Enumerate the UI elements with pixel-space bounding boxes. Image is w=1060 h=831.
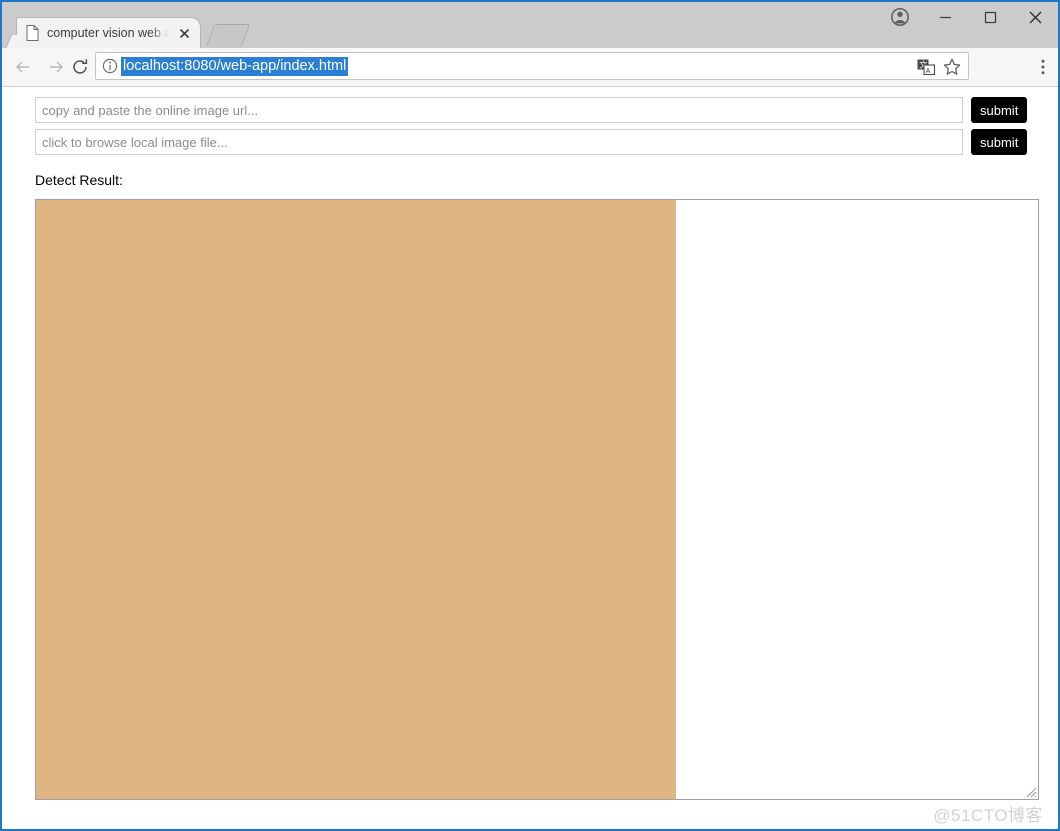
web-page-content: submit submit Detect Result: <box>2 87 1058 829</box>
result-image <box>36 200 676 799</box>
page-icon <box>26 25 39 41</box>
watermark: @51CTO博客 <box>933 806 1043 825</box>
title-bar: computer vision web app <box>2 2 1058 48</box>
forward-arrow-icon[interactable] <box>43 54 69 80</box>
new-tab-button[interactable] <box>205 24 251 47</box>
navigation-toolbar: localhost:8080/web-app/index.html 文 A <box>2 48 1058 87</box>
url-submit-row: submit <box>35 97 1027 123</box>
image-url-input[interactable] <box>35 97 964 123</box>
minimize-icon[interactable] <box>923 2 968 32</box>
close-icon[interactable] <box>1013 2 1058 32</box>
window-controls <box>877 2 1058 48</box>
submit-url-button[interactable]: submit <box>971 97 1027 123</box>
url-text[interactable]: localhost:8080/web-app/index.html <box>121 57 349 76</box>
file-submit-row: submit <box>35 129 1027 155</box>
page-info-icon[interactable] <box>102 58 118 74</box>
three-dot-menu-icon[interactable] <box>1034 58 1052 76</box>
reload-icon[interactable] <box>67 54 93 80</box>
translate-icon[interactable]: 文 A <box>916 57 936 77</box>
tab-title: computer vision web app <box>47 26 169 40</box>
address-bar[interactable]: localhost:8080/web-app/index.html 文 A <box>95 52 969 80</box>
close-icon[interactable] <box>176 25 193 42</box>
submit-file-button[interactable]: submit <box>971 129 1027 155</box>
back-arrow-icon[interactable] <box>10 54 36 80</box>
detect-result-container[interactable] <box>35 199 1039 800</box>
browser-tab[interactable]: computer vision web app <box>16 17 201 48</box>
browser-window: computer vision web app <box>0 0 1060 831</box>
resize-handle-icon[interactable] <box>1023 784 1037 798</box>
profile-icon[interactable] <box>877 2 923 32</box>
maximize-icon[interactable] <box>968 2 1013 32</box>
svg-text:A: A <box>926 68 931 75</box>
local-file-input[interactable] <box>35 129 964 155</box>
detect-result-label: Detect Result: <box>35 172 123 188</box>
star-icon[interactable] <box>942 57 962 77</box>
